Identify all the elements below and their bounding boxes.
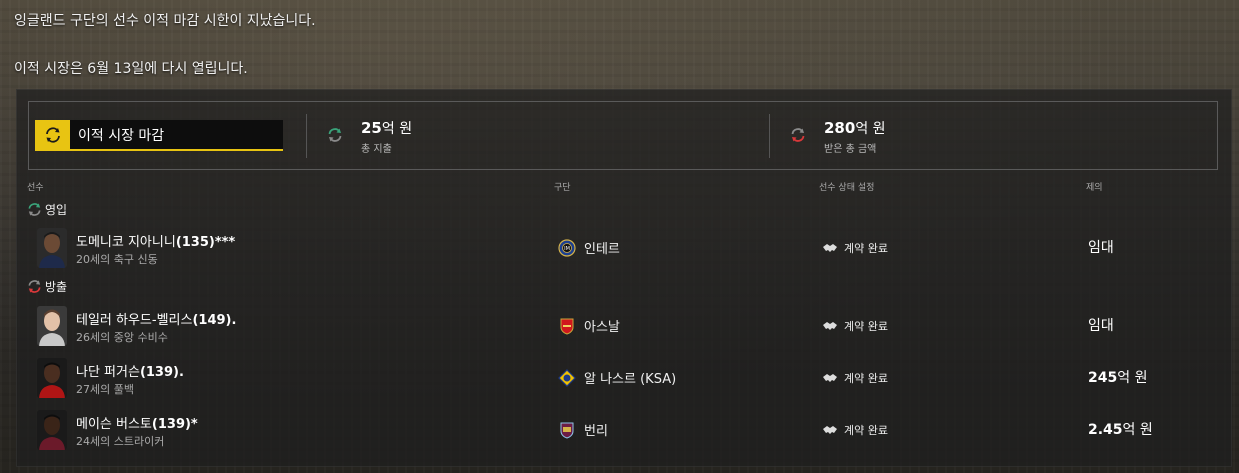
- club-name: 알 나스르 (KSA): [584, 372, 677, 387]
- player-name[interactable]: 나단 퍼거슨(139).: [76, 361, 184, 380]
- section-incoming-label: 영입: [45, 203, 68, 217]
- status-cell[interactable]: 계약 완료: [822, 422, 888, 438]
- status-cell[interactable]: 계약 완료: [822, 240, 888, 256]
- window-reopen-notice: 이적 시장은 6월 13일에 다시 열립니다.: [14, 61, 248, 77]
- offer-cell: 임대: [1088, 318, 1114, 334]
- spent-unit: 억 원: [381, 121, 413, 137]
- column-header-player[interactable]: 선수: [27, 180, 44, 193]
- table-row[interactable]: 테일러 하우드-벨리스(149). 26세의 중앙 수비수 아스날 계약 완료 …: [17, 301, 1233, 351]
- club-cell[interactable]: IM 인테르: [558, 238, 620, 257]
- section-outgoing-label: 방출: [45, 280, 68, 294]
- section-incoming: 영입: [27, 201, 67, 218]
- status-text: 계약 완료: [844, 424, 888, 437]
- handshake-icon: [823, 244, 837, 252]
- status-text: 계약 완료: [844, 320, 888, 333]
- club-name: 인테르: [584, 242, 620, 257]
- total-received-stat: 280억 원 받은 총 금액: [790, 118, 886, 155]
- player-avatar: [37, 358, 67, 398]
- spent-amount: 25: [361, 119, 382, 137]
- status-text: 계약 완료: [844, 242, 888, 255]
- deadline-badge[interactable]: 이적 시장 마감: [35, 120, 283, 151]
- status-cell[interactable]: 계약 완료: [822, 318, 888, 334]
- svg-text:IM: IM: [564, 246, 570, 252]
- total-spent-stat: 25억 원 총 지출: [327, 118, 412, 155]
- player-avatar: [37, 306, 67, 346]
- deadline-label: 이적 시장 마감: [78, 127, 165, 144]
- table-row[interactable]: 나단 퍼거슨(139). 27세의 풀백 알 나스르 (KSA) 계약 완료 2…: [17, 353, 1233, 403]
- handshake-icon: [823, 374, 837, 382]
- received-amount: 280: [824, 119, 856, 137]
- handshake-icon: [823, 322, 837, 330]
- transfer-in-icon: [328, 128, 342, 142]
- arsenal-crest-icon: [560, 318, 574, 335]
- transfer-cycle-icon: [35, 120, 70, 149]
- inter-crest-icon: IM: [558, 238, 576, 257]
- transfer-in-icon: [28, 203, 41, 216]
- table-row[interactable]: 메이슨 버스토(139)* 24세의 스트라이커 번리 계약 완료 2.45억 …: [17, 405, 1233, 455]
- player-name[interactable]: 메이슨 버스토(139)*: [76, 413, 198, 432]
- transfer-out-icon: [28, 280, 41, 293]
- divider: [769, 114, 770, 158]
- player-description: 26세의 중앙 수비수: [76, 331, 168, 344]
- deadline-passed-notice: 잉글랜드 구단의 선수 이적 마감 시한이 지났습니다.: [14, 13, 316, 29]
- player-name[interactable]: 도메니코 지아니니(135)***: [76, 231, 235, 250]
- transfer-summary: 이적 시장 마감 25억 원 총 지출 280억 원 받은 총 금액: [28, 101, 1218, 170]
- club-name: 번리: [584, 424, 608, 439]
- burnley-crest-icon: [560, 422, 574, 439]
- club-name: 아스날: [584, 320, 620, 335]
- table-row[interactable]: 도메니코 지아니니(135)*** 20세의 축구 신동 IM 인테르 계약 완…: [17, 223, 1233, 273]
- transfer-out-icon: [791, 128, 805, 142]
- al-nassr-crest-icon: [558, 368, 576, 387]
- column-header-club[interactable]: 구단: [554, 180, 571, 193]
- player-description: 20세의 축구 신동: [76, 253, 158, 266]
- status-cell[interactable]: 계약 완료: [822, 370, 888, 386]
- divider: [306, 114, 307, 158]
- club-cell[interactable]: 아스날: [558, 316, 620, 335]
- player-description: 24세의 스트라이커: [76, 435, 165, 448]
- section-outgoing: 방출: [27, 278, 67, 295]
- received-label: 받은 총 금액: [824, 144, 877, 155]
- club-cell[interactable]: 알 나스르 (KSA): [558, 368, 676, 387]
- club-cell[interactable]: 번리: [558, 420, 608, 439]
- offer-cell: 2.45억 원: [1088, 422, 1153, 438]
- spent-label: 총 지출: [361, 144, 392, 155]
- column-header-offer[interactable]: 제의: [1086, 180, 1103, 193]
- player-avatar: [37, 410, 67, 450]
- received-unit: 억 원: [855, 121, 886, 137]
- column-header-status[interactable]: 선수 상태 설정: [819, 180, 874, 193]
- status-text: 계약 완료: [844, 372, 888, 385]
- transfer-panel: 이적 시장 마감 25억 원 총 지출 280억 원 받은 총 금액 선수 구단…: [16, 89, 1232, 467]
- offer-cell: 임대: [1088, 240, 1114, 256]
- player-avatar: [37, 228, 67, 268]
- player-name[interactable]: 테일러 하우드-벨리스(149).: [76, 309, 236, 328]
- player-description: 27세의 풀백: [76, 383, 134, 396]
- handshake-icon: [823, 426, 837, 434]
- offer-cell: 245억 원: [1088, 370, 1148, 386]
